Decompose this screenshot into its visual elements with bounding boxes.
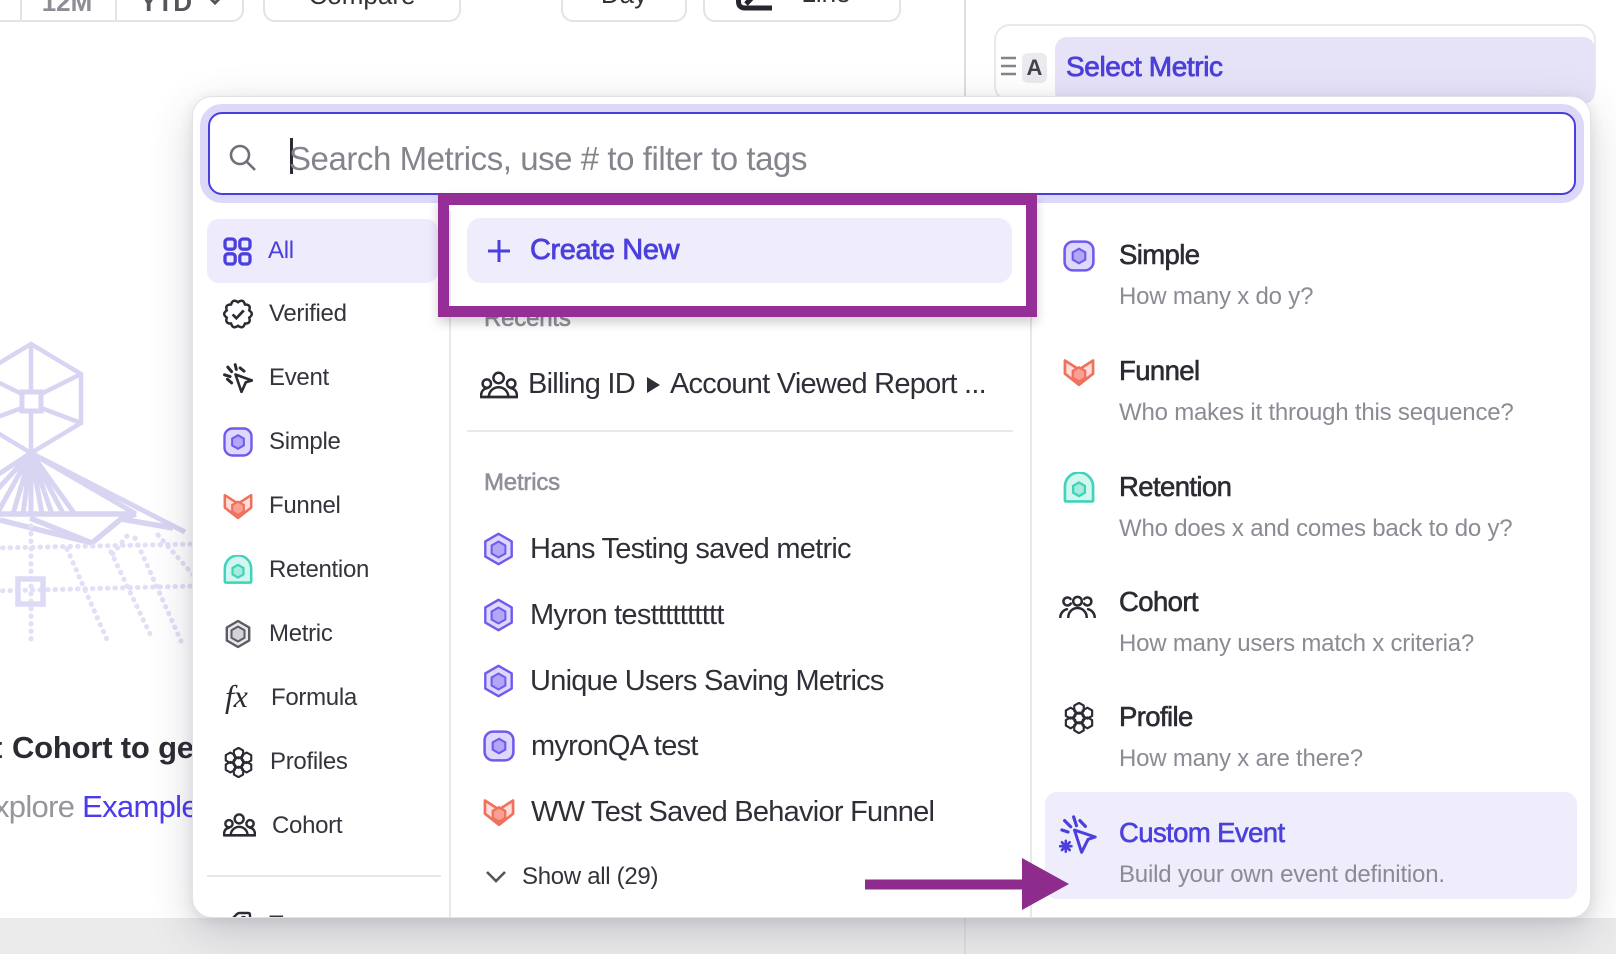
svg-text:fx: fx [225,681,248,714]
